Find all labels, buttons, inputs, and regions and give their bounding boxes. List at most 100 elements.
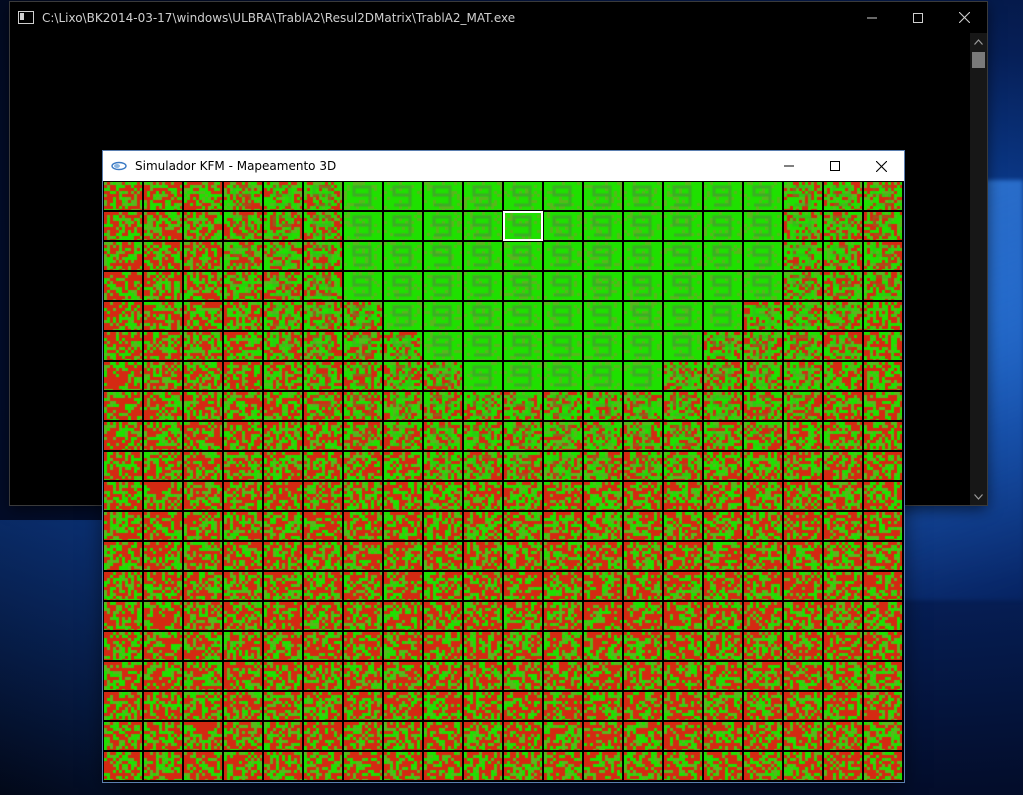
som-neuron-cell[interactable] — [704, 632, 742, 660]
som-neuron-cell[interactable] — [784, 392, 822, 420]
som-neuron-cell[interactable] — [784, 602, 822, 630]
som-neuron-cell[interactable] — [384, 602, 422, 630]
som-neuron-cell[interactable] — [104, 452, 142, 480]
som-neuron-cell[interactable] — [464, 692, 502, 720]
som-neuron-cell[interactable] — [224, 542, 262, 570]
som-neuron-cell[interactable] — [464, 302, 502, 330]
som-neuron-cell[interactable] — [424, 212, 462, 240]
som-neuron-cell[interactable] — [344, 362, 382, 390]
som-neuron-cell[interactable] — [224, 452, 262, 480]
som-neuron-cell[interactable] — [824, 482, 862, 510]
som-neuron-cell[interactable] — [424, 272, 462, 300]
som-neuron-cell[interactable] — [104, 392, 142, 420]
som-neuron-cell[interactable] — [264, 662, 302, 690]
som-neuron-cell[interactable] — [184, 362, 222, 390]
som-neuron-cell[interactable] — [824, 572, 862, 600]
som-neuron-cell[interactable] — [544, 422, 582, 450]
som-neuron-cell[interactable] — [104, 692, 142, 720]
som-neuron-cell[interactable] — [784, 242, 822, 270]
som-neuron-cell[interactable] — [224, 182, 262, 210]
som-neuron-cell[interactable] — [504, 422, 542, 450]
som-neuron-cell[interactable] — [824, 602, 862, 630]
som-neuron-cell[interactable] — [104, 362, 142, 390]
som-neuron-cell[interactable] — [424, 662, 462, 690]
som-neuron-cell[interactable] — [184, 662, 222, 690]
som-neuron-cell[interactable] — [504, 692, 542, 720]
som-neuron-cell[interactable] — [664, 752, 702, 780]
som-neuron-cell[interactable] — [224, 662, 262, 690]
som-neuron-cell[interactable] — [784, 632, 822, 660]
som-neuron-cell[interactable] — [144, 542, 182, 570]
som-neuron-cell[interactable] — [264, 602, 302, 630]
som-neuron-cell[interactable] — [584, 422, 622, 450]
som-neuron-cell[interactable] — [544, 392, 582, 420]
som-neuron-cell[interactable] — [584, 452, 622, 480]
som-neuron-cell[interactable] — [144, 482, 182, 510]
som-neuron-cell[interactable] — [584, 242, 622, 270]
som-neuron-cell[interactable] — [784, 272, 822, 300]
som-neuron-cell[interactable] — [824, 692, 862, 720]
som-neuron-cell[interactable] — [304, 302, 342, 330]
som-neuron-cell[interactable] — [624, 692, 662, 720]
som-neuron-cell[interactable] — [424, 752, 462, 780]
som-neuron-cell[interactable] — [424, 632, 462, 660]
som-neuron-cell[interactable] — [184, 512, 222, 540]
som-neuron-cell[interactable] — [264, 272, 302, 300]
som-neuron-cell[interactable] — [184, 572, 222, 600]
som-neuron-cell[interactable] — [184, 452, 222, 480]
som-neuron-cell[interactable] — [184, 602, 222, 630]
scrollbar-thumb[interactable] — [972, 52, 985, 68]
som-neuron-cell[interactable] — [544, 572, 582, 600]
som-neuron-cell[interactable] — [624, 272, 662, 300]
som-neuron-cell[interactable] — [824, 722, 862, 750]
som-neuron-cell[interactable] — [664, 302, 702, 330]
som-neuron-cell[interactable] — [424, 512, 462, 540]
som-neuron-cell[interactable] — [824, 752, 862, 780]
som-neuron-cell[interactable] — [104, 302, 142, 330]
som-neuron-cell[interactable] — [744, 602, 782, 630]
som-neuron-cell[interactable] — [664, 662, 702, 690]
som-neuron-cell[interactable] — [744, 482, 782, 510]
som-neuron-cell[interactable] — [384, 182, 422, 210]
som-neuron-cell[interactable] — [264, 542, 302, 570]
som-neuron-cell[interactable] — [544, 332, 582, 360]
som-neuron-cell[interactable] — [304, 422, 342, 450]
som-neuron-cell[interactable] — [104, 272, 142, 300]
som-neuron-cell[interactable] — [224, 272, 262, 300]
som-neuron-cell[interactable] — [384, 392, 422, 420]
som-neuron-cell[interactable] — [384, 452, 422, 480]
som-neuron-cell[interactable] — [864, 272, 902, 300]
som-neuron-cell[interactable] — [584, 692, 622, 720]
som-neuron-cell[interactable] — [664, 242, 702, 270]
som-neuron-cell[interactable] — [224, 212, 262, 240]
som-neuron-cell[interactable] — [344, 512, 382, 540]
som-neuron-cell[interactable] — [584, 572, 622, 600]
som-neuron-cell[interactable] — [824, 362, 862, 390]
console-titlebar[interactable]: C:\Lixo\BK2014-03-17\windows\ULBRA\Trabl… — [10, 2, 987, 33]
som-map-canvas[interactable] — [103, 181, 904, 782]
som-neuron-cell[interactable] — [584, 212, 622, 240]
som-neuron-cell[interactable] — [584, 272, 622, 300]
som-neuron-cell[interactable] — [264, 452, 302, 480]
som-neuron-cell[interactable] — [344, 602, 382, 630]
som-neuron-cell[interactable] — [504, 602, 542, 630]
som-neuron-cell[interactable] — [384, 632, 422, 660]
som-neuron-cell[interactable] — [864, 212, 902, 240]
som-neuron-cell[interactable] — [304, 482, 342, 510]
som-neuron-cell[interactable] — [744, 422, 782, 450]
som-neuron-cell[interactable] — [144, 212, 182, 240]
som-neuron-cell[interactable] — [584, 752, 622, 780]
console-close-button[interactable] — [941, 2, 987, 33]
som-neuron-cell[interactable] — [344, 752, 382, 780]
som-neuron-cell[interactable] — [384, 722, 422, 750]
som-neuron-cell[interactable] — [504, 482, 542, 510]
som-neuron-cell[interactable] — [664, 482, 702, 510]
som-neuron-cell[interactable] — [344, 542, 382, 570]
som-neuron-cell[interactable] — [384, 692, 422, 720]
som-neuron-cell[interactable] — [144, 242, 182, 270]
som-neuron-cell[interactable] — [664, 182, 702, 210]
som-neuron-cell[interactable] — [664, 602, 702, 630]
som-neuron-cell[interactable] — [224, 572, 262, 600]
som-neuron-cell[interactable] — [544, 662, 582, 690]
som-neuron-cell[interactable] — [784, 512, 822, 540]
